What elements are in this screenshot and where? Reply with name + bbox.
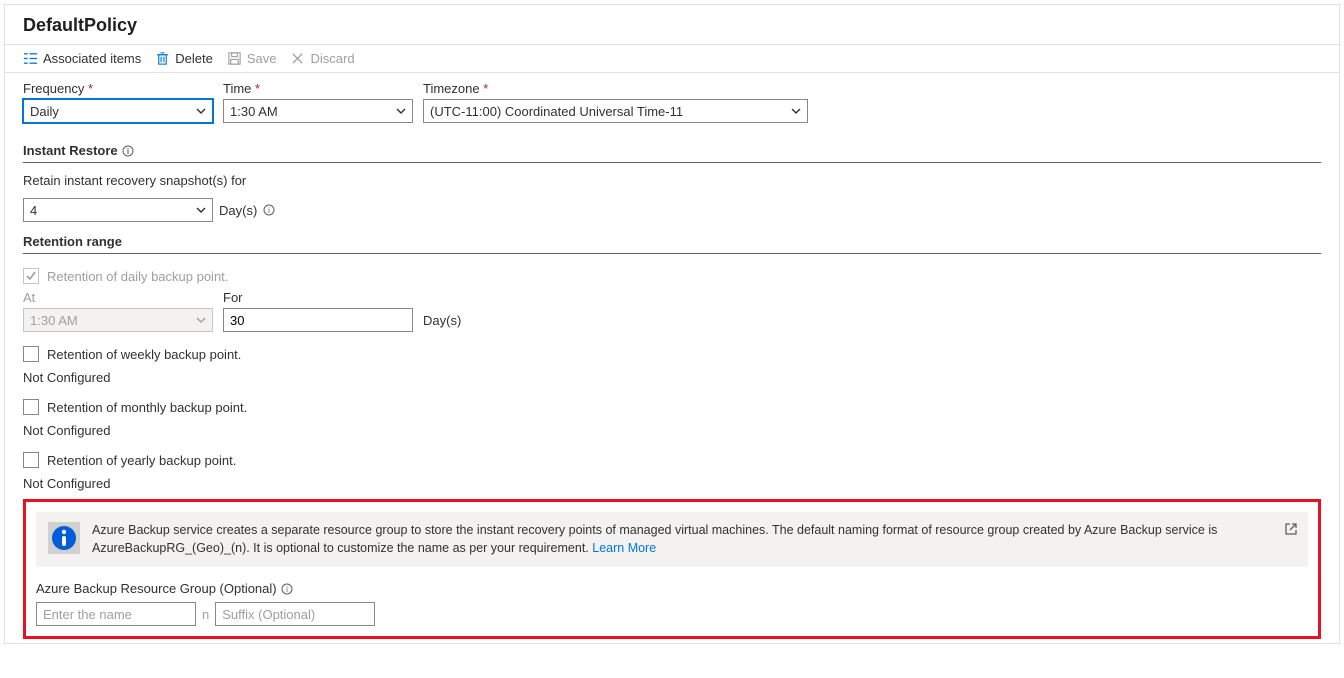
toolbar: Associated items Delete Save Discard bbox=[5, 45, 1339, 73]
page-title: DefaultPolicy bbox=[23, 15, 1321, 36]
trash-icon bbox=[155, 51, 170, 66]
time-label: Time bbox=[223, 81, 413, 96]
delete-button[interactable]: Delete bbox=[155, 51, 213, 66]
info-message: Azure Backup service creates a separate … bbox=[36, 512, 1308, 567]
chevron-down-icon bbox=[395, 105, 407, 117]
yearly-retention-checkbox[interactable] bbox=[23, 452, 39, 468]
save-icon bbox=[227, 51, 242, 66]
yearly-not-configured: Not Configured bbox=[23, 476, 1321, 491]
close-icon bbox=[290, 51, 305, 66]
monthly-retention-checkbox[interactable] bbox=[23, 399, 39, 415]
resource-group-label: Azure Backup Resource Group (Optional) bbox=[36, 581, 277, 596]
for-label: For bbox=[223, 290, 413, 305]
weekly-retention-checkbox[interactable] bbox=[23, 346, 39, 362]
svg-text:i: i bbox=[268, 206, 270, 215]
chevron-down-icon bbox=[195, 204, 207, 216]
frequency-select[interactable]: Daily bbox=[23, 99, 213, 123]
resource-group-section: Azure Backup service creates a separate … bbox=[23, 499, 1321, 639]
yearly-retention-label: Retention of yearly backup point. bbox=[47, 453, 236, 468]
for-days-input[interactable] bbox=[223, 308, 413, 332]
info-icon[interactable]: i bbox=[263, 204, 275, 216]
learn-more-link[interactable]: Learn More bbox=[592, 541, 656, 555]
daily-retention-label: Retention of daily backup point. bbox=[47, 269, 228, 284]
frequency-label: Frequency bbox=[23, 81, 213, 96]
snapshot-days-select[interactable]: 4 bbox=[23, 198, 213, 222]
external-link-icon[interactable] bbox=[1284, 522, 1298, 536]
svg-text:i: i bbox=[127, 147, 129, 156]
rg-suffix-input[interactable] bbox=[215, 602, 375, 626]
rg-separator: n bbox=[202, 607, 209, 622]
save-button: Save bbox=[227, 51, 277, 66]
timezone-select[interactable]: (UTC-11:00) Coordinated Universal Time-1… bbox=[423, 99, 808, 123]
info-icon[interactable]: i bbox=[281, 583, 293, 595]
timezone-label: Timezone bbox=[423, 81, 808, 96]
info-badge-icon bbox=[48, 522, 80, 554]
monthly-retention-label: Retention of monthly backup point. bbox=[47, 400, 247, 415]
monthly-not-configured: Not Configured bbox=[23, 423, 1321, 438]
rg-name-input[interactable] bbox=[36, 602, 196, 626]
info-icon[interactable]: i bbox=[122, 145, 134, 157]
time-select[interactable]: 1:30 AM bbox=[223, 99, 413, 123]
associated-items-button[interactable]: Associated items bbox=[23, 51, 141, 66]
at-label: At bbox=[23, 290, 213, 305]
discard-button: Discard bbox=[290, 51, 354, 66]
chevron-down-icon bbox=[195, 105, 207, 117]
check-icon bbox=[25, 270, 37, 282]
daily-retention-checkbox bbox=[23, 268, 39, 284]
chevron-down-icon bbox=[790, 105, 802, 117]
retention-range-heading: Retention range bbox=[23, 222, 1321, 254]
instant-restore-heading: Instant Restore i bbox=[23, 131, 1321, 163]
retain-snapshot-label: Retain instant recovery snapshot(s) for bbox=[23, 173, 246, 188]
weekly-retention-label: Retention of weekly backup point. bbox=[47, 347, 241, 362]
page-header: DefaultPolicy bbox=[5, 5, 1339, 45]
weekly-not-configured: Not Configured bbox=[23, 370, 1321, 385]
chevron-down-icon bbox=[195, 314, 207, 326]
list-icon bbox=[23, 51, 38, 66]
at-time-select: 1:30 AM bbox=[23, 308, 213, 332]
svg-text:i: i bbox=[286, 585, 288, 594]
